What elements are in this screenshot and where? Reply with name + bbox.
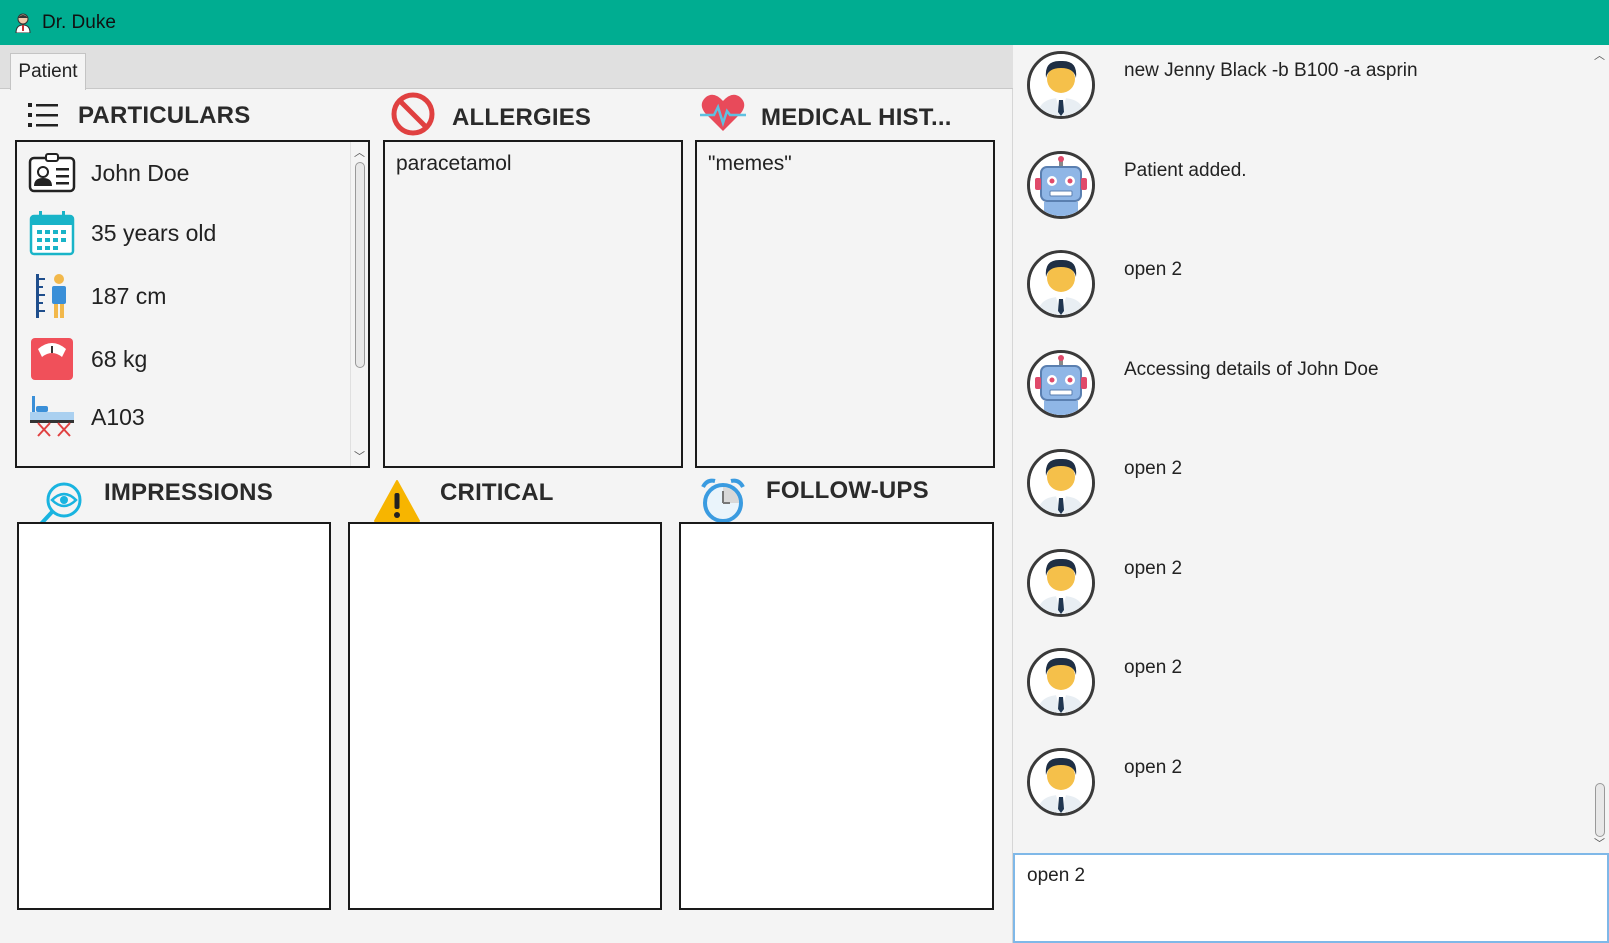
scroll-up-icon[interactable]: ︿	[1594, 47, 1605, 63]
allergies-title: ALLERGIES	[452, 104, 592, 131]
message-text: new Jenny Black -b B100 -a asprin	[1124, 60, 1418, 81]
warning-icon	[373, 479, 421, 528]
list-icon	[28, 101, 60, 134]
impressions-title: IMPRESSIONS	[104, 479, 273, 506]
message-text: open 2	[1124, 558, 1183, 579]
chat-message: open 2	[1027, 648, 1587, 718]
patient-name: John Doe	[91, 159, 190, 186]
title-bar: Dr. Duke	[0, 0, 1609, 45]
chat-message: open 2	[1027, 250, 1587, 320]
heartbeat-icon	[700, 93, 746, 138]
scroll-down-icon[interactable]: ﹀	[354, 448, 365, 464]
chat-scrollbar[interactable]: ︿ ﹀	[1591, 45, 1609, 853]
window-title: Dr. Duke	[42, 11, 116, 33]
particulars-title: PARTICULARS	[78, 102, 251, 129]
list-item: 35 years old	[27, 208, 216, 258]
doctor-avatar-icon	[1027, 449, 1095, 517]
chat-message: Patient added.	[1027, 151, 1587, 221]
list-item: A103	[27, 392, 145, 442]
command-panel: new Jenny Black -b B100 -a asprin Patien…	[1013, 45, 1609, 943]
chat-history[interactable]: new Jenny Black -b B100 -a asprin Patien…	[1013, 45, 1609, 853]
message-text: open 2	[1124, 657, 1183, 678]
followups-list[interactable]	[679, 522, 994, 910]
scroll-up-icon[interactable]: ︿	[354, 144, 365, 160]
particulars-scrollbar[interactable]: ︿ ﹀	[350, 142, 368, 466]
scrollbar-thumb[interactable]	[355, 162, 365, 368]
list-item: 187 cm	[27, 271, 166, 321]
doctor-avatar-icon	[1027, 250, 1095, 318]
message-text: open 2	[1124, 458, 1183, 479]
chat-message: open 2	[1027, 549, 1587, 619]
chat-message: new Jenny Black -b B100 -a asprin	[1027, 51, 1587, 121]
critical-title: CRITICAL	[440, 479, 554, 506]
robot-avatar-icon	[1027, 350, 1095, 418]
critical-list[interactable]	[348, 522, 662, 910]
scrollbar-thumb[interactable]	[1595, 783, 1605, 837]
impressions-list[interactable]	[17, 522, 331, 910]
weighing-scale-icon	[27, 334, 77, 384]
medical-history-title: MEDICAL HIST...	[761, 104, 952, 131]
message-text: open 2	[1124, 757, 1183, 778]
calendar-icon	[27, 208, 77, 258]
height-icon	[27, 271, 77, 321]
patient-weight: 68 kg	[91, 345, 148, 372]
tab-patient[interactable]: Patient	[10, 53, 86, 90]
robot-avatar-icon	[1027, 151, 1095, 219]
chat-message: open 2	[1027, 449, 1587, 519]
message-text: Patient added.	[1124, 160, 1247, 181]
doctor-avatar-icon	[1027, 748, 1095, 816]
prohibited-icon	[390, 91, 436, 142]
patient-bed: A103	[91, 403, 145, 430]
list-item: 68 kg	[27, 334, 147, 384]
chat-message: Accessing details of John Doe	[1027, 350, 1587, 420]
chat-message: open 2	[1027, 748, 1587, 818]
tab-strip: Patient	[0, 45, 1013, 90]
hospital-bed-icon	[27, 392, 77, 442]
doctor-avatar-icon	[1027, 648, 1095, 716]
medical-history-list[interactable]: "memes"	[695, 140, 995, 468]
message-text: open 2	[1124, 259, 1183, 280]
patient-age: 35 years old	[91, 219, 217, 246]
followups-title: FOLLOW-UPS	[766, 477, 929, 504]
doctor-avatar-icon	[1027, 549, 1095, 617]
doctor-icon	[14, 13, 32, 33]
id-card-icon	[27, 148, 77, 198]
list-item: John Doe	[27, 148, 189, 198]
command-input[interactable]	[1023, 861, 1593, 891]
list-item: "memes"	[708, 152, 792, 175]
particulars-list[interactable]: John Doe 35 years old 187 cm 68 kg A103 …	[15, 140, 370, 468]
message-text: Accessing details of John Doe	[1124, 359, 1379, 380]
patient-height: 187 cm	[91, 282, 167, 309]
scroll-down-icon[interactable]: ﹀	[1594, 835, 1605, 851]
command-box[interactable]	[1013, 853, 1609, 943]
doctor-avatar-icon	[1027, 51, 1095, 119]
allergies-list[interactable]: paracetamol	[383, 140, 683, 468]
patient-panel: Patient PARTICULARS ALLERGIES MEDICAL HI…	[0, 45, 1013, 943]
list-item: paracetamol	[396, 152, 512, 175]
